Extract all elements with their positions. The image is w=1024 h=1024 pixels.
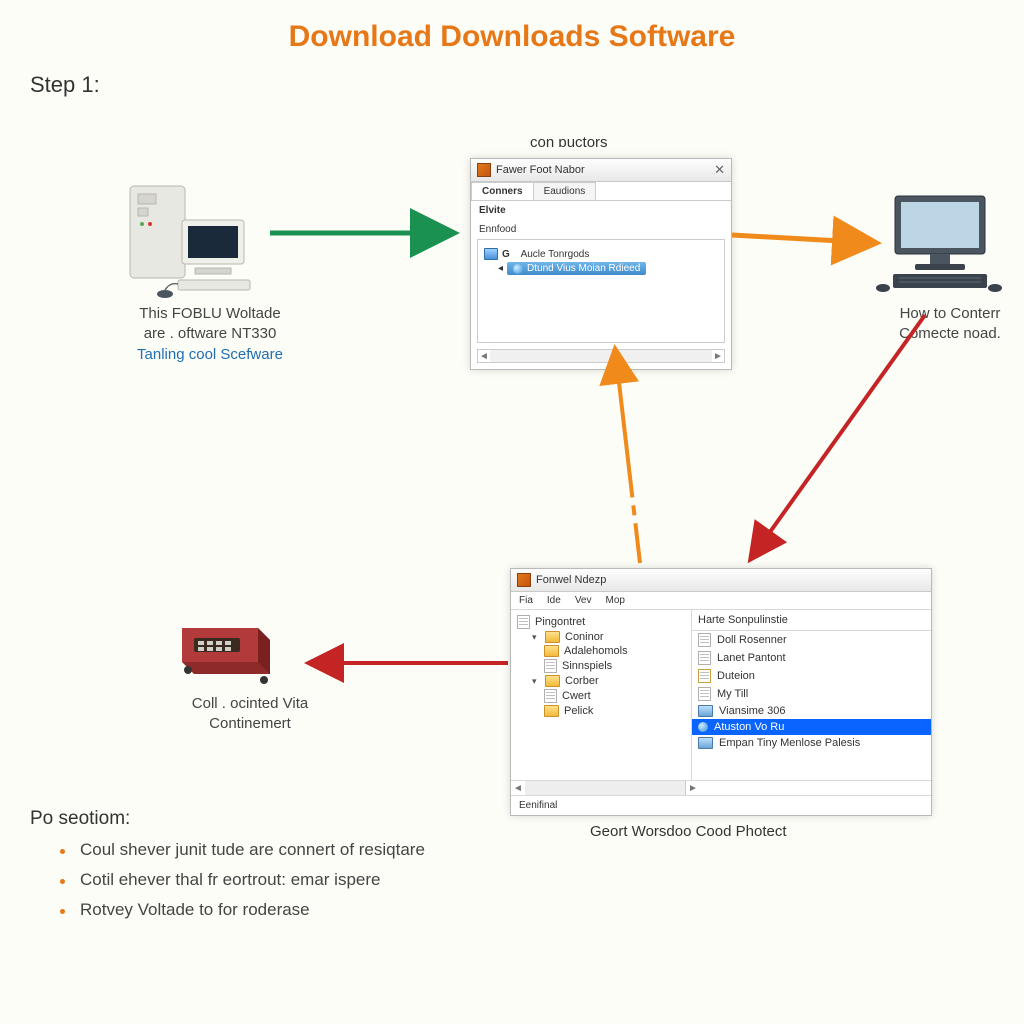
menu-file[interactable]: Fia — [519, 595, 533, 606]
list-item[interactable]: Viansime 306 — [692, 703, 931, 719]
tree-root[interactable]: Pingontret — [517, 614, 687, 630]
bullet-2: Cotil ehever thal fr eortrout: emar ispe… — [60, 870, 994, 890]
dialog2-list-header: Harte Sonpulinstie — [692, 610, 931, 631]
dialog2-list: Harte Sonpulinstie Doll RosennerLanet Pa… — [692, 610, 931, 780]
arrow-dialog-to-pc — [732, 223, 892, 263]
network-device-icon — [170, 608, 280, 688]
dialog2-title-icon — [517, 573, 531, 587]
folder-icon — [545, 631, 560, 643]
dialog1-tab-1[interactable]: Conners — [471, 182, 534, 200]
list-item[interactable]: Atuston Vo Ru — [692, 719, 931, 735]
bullet-1: Coul shever junit tude are connert of re… — [60, 840, 994, 860]
list-item[interactable]: My Till — [692, 685, 931, 703]
dialog1-section-1: Elvite — [471, 201, 731, 220]
dialog1-tree-root[interactable]: Aucle Tonrgods — [521, 249, 590, 260]
disc-icon — [698, 722, 708, 732]
list-item[interactable]: Duteion — [692, 667, 931, 685]
arrow-pc-to-dialog2 — [730, 310, 950, 570]
node-server: This FOBLU Woltade are . oftware NT330 T… — [120, 178, 300, 365]
folder-icon — [698, 737, 713, 749]
dialog1-title-text: Fawer Foot Nabor — [496, 164, 585, 176]
list-item[interactable]: Doll Rosenner — [692, 631, 931, 649]
folder-icon — [544, 645, 559, 657]
tree-item[interactable]: ▾Coninor — [517, 630, 687, 644]
page-icon — [698, 669, 711, 683]
dialog1-section-2: Ennfood — [471, 220, 731, 239]
folder-icon — [544, 705, 559, 717]
page-icon — [698, 687, 711, 701]
diagram: This FOBLU Woltade are . oftware NT330 T… — [30, 118, 994, 818]
bullet-3: Rotvey Voltade to for roderase — [60, 900, 994, 920]
close-icon[interactable]: ✕ — [714, 162, 725, 178]
dialog1-body: G Aucle Tonrgods ◂Dtund Vius Moian Rdiee… — [477, 239, 725, 343]
dialog1-title-icon — [477, 163, 491, 177]
device-caption-1: Coll . ocinted Vita — [192, 695, 308, 712]
folder-icon — [545, 675, 560, 687]
dialog1-titlebar: Fawer Foot Nabor ✕ — [471, 159, 731, 182]
menu-view[interactable]: Vev — [575, 595, 592, 606]
dialog1-tab-2[interactable]: Eaudions — [533, 182, 597, 200]
footer-bullets: Coul shever junit tude are connert of re… — [60, 840, 994, 920]
server-computer-icon — [120, 178, 260, 298]
dialog2-scrollbar[interactable]: ◄ ► — [511, 780, 931, 795]
dialog2-status: Eenifinal — [511, 795, 931, 815]
arrow-server-to-dialog — [270, 218, 470, 248]
tree-item[interactable]: Sinnspiels — [517, 658, 687, 674]
dialog2: Fonwel Ndezp Fia Ide Vev Mop Pingontret … — [510, 568, 932, 816]
desktop-computer-icon — [875, 188, 1005, 298]
dialog1-tree-selected[interactable]: Dtund Vius Moian Rdieed — [507, 262, 646, 275]
tree-item[interactable]: ▾Corber — [517, 674, 687, 688]
dialog2-caption: Geort Worsdoo Cood Photect — [590, 823, 787, 840]
menu-help[interactable]: Mop — [606, 595, 625, 606]
dialog2-titlebar: Fonwel Ndezp — [511, 569, 931, 592]
dialog2-menubar: Fia Ide Vev Mop — [511, 592, 931, 610]
tree-item[interactable]: Pelick — [517, 704, 687, 718]
dialog2-tree: Pingontret ▾ConinorAdalehomolsSinnspiels… — [511, 610, 692, 780]
page-title: Download Downloads Software — [30, 20, 994, 54]
dialog1-label: con ɒuctors — [530, 134, 608, 151]
server-caption-3: Tanling cool Scefware — [137, 346, 283, 363]
page-icon — [544, 689, 557, 703]
step-heading: Step 1: — [30, 72, 994, 98]
arrow-dialog2-to-device — [298, 648, 513, 678]
page-icon — [698, 651, 711, 665]
dialog2-title-text: Fonwel Ndezp — [536, 574, 606, 586]
disc-icon — [513, 264, 523, 274]
arrow-dialog2-to-dialog1 — [600, 338, 660, 568]
list-item[interactable]: Empan Tiny Menlose Palesis — [692, 735, 931, 751]
folder-icon — [484, 248, 498, 260]
folder-icon — [698, 705, 713, 717]
page-icon — [517, 615, 530, 629]
page-icon — [544, 659, 557, 673]
menu-edit[interactable]: Ide — [547, 595, 561, 606]
tree-item[interactable]: Adalehomols — [517, 644, 687, 658]
tree-item[interactable]: Cwert — [517, 688, 687, 704]
list-item[interactable]: Lanet Pantont — [692, 649, 931, 667]
device-caption-2: Continemert — [209, 715, 291, 732]
page-icon — [698, 633, 711, 647]
server-caption-1: This FOBLU Woltade — [139, 305, 280, 322]
server-caption-2: are . oftware NT330 — [144, 325, 277, 342]
node-device: Coll . ocinted Vita Continemert — [170, 608, 330, 735]
